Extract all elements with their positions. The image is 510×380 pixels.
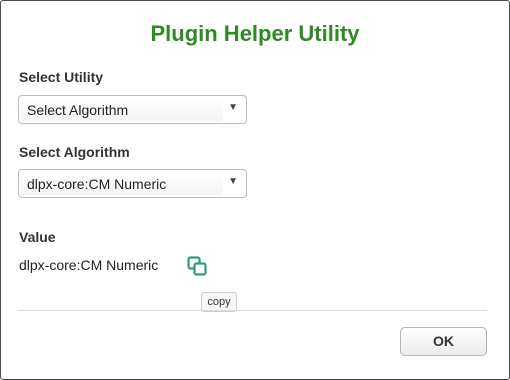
select-utility-label: Select Utility [19,69,104,85]
select-algorithm-dropdown[interactable]: dlpx-core:CM Numeric ▼ [18,169,247,198]
copy-tooltip: copy [201,292,237,312]
dropdown-arrow-icon: ▼ [228,102,238,113]
dropdown-arrow-icon: ▼ [228,176,238,187]
footer-divider [18,310,487,311]
select-utility-dropdown[interactable]: Select Algorithm ▼ [18,95,247,124]
ok-button[interactable]: OK [400,327,487,356]
select-utility-value: Select Algorithm [27,102,129,118]
select-algorithm-value: dlpx-core:CM Numeric [27,176,167,192]
select-algorithm-label: Select Algorithm [19,144,130,160]
plugin-helper-dialog: Plugin Helper Utility Select Utility Sel… [0,0,510,380]
value-label: Value [19,229,56,245]
copy-icon[interactable] [186,255,208,277]
value-text: dlpx-core:CM Numeric [19,257,159,273]
dialog-title: Plugin Helper Utility [150,21,360,46]
